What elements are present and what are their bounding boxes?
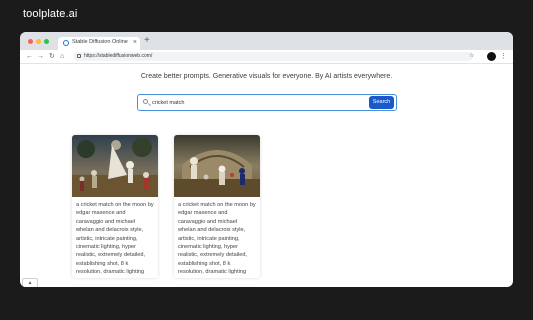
site-brand-logo: toolplate.ai — [23, 8, 78, 20]
forward-arrow-icon[interactable]: → — [37, 51, 44, 62]
browser-menu-icon[interactable]: ⋮ — [500, 51, 507, 62]
maximize-window-dot[interactable] — [44, 39, 49, 44]
profile-avatar[interactable] — [487, 52, 496, 61]
close-window-dot[interactable] — [28, 39, 33, 44]
home-icon[interactable]: ⌂ — [60, 51, 64, 62]
result-image[interactable] — [72, 135, 158, 197]
search-bar: Search — [137, 94, 397, 111]
tab-title: Stable Diffusion Online — [72, 39, 128, 45]
search-button[interactable]: Search — [369, 96, 394, 109]
page-tagline: Create better prompts. Generative visual… — [140, 73, 393, 80]
back-arrow-icon[interactable]: ← — [26, 51, 33, 62]
result-caption: a cricket match on the moon by edgar max… — [76, 202, 154, 276]
reload-icon[interactable]: ↻ — [49, 51, 55, 62]
tab-strip: Stable Diffusion Online × + — [20, 32, 513, 50]
browser-window: Stable Diffusion Online × + ← → ↻ ⌂ http… — [20, 32, 513, 287]
tab-close-icon[interactable]: × — [133, 38, 137, 48]
url-text[interactable]: https://stablediffusionweb.com/ — [84, 53, 152, 59]
search-icon — [143, 99, 148, 104]
address-bar[interactable]: https://stablediffusionweb.com/ — [73, 52, 473, 61]
bookmark-star-icon[interactable]: ☆ — [469, 52, 474, 61]
result-image[interactable] — [174, 135, 260, 197]
favicon-icon — [63, 40, 69, 46]
result-caption: a cricket match on the moon by edgar max… — [178, 202, 256, 276]
new-tab-button[interactable]: + — [144, 35, 150, 47]
minimize-window-dot[interactable] — [36, 39, 41, 44]
result-card[interactable]: a cricket match on the moon by edgar max… — [174, 135, 260, 278]
search-input[interactable] — [152, 98, 352, 107]
scroll-up-tab[interactable]: ▲ — [22, 278, 38, 287]
browser-toolbar: ← → ↻ ⌂ https://stablediffusionweb.com/ … — [20, 50, 513, 64]
lock-icon — [77, 54, 81, 58]
result-card[interactable]: a cricket match on the moon by edgar max… — [72, 135, 158, 278]
browser-tab[interactable]: Stable Diffusion Online × — [58, 37, 140, 50]
